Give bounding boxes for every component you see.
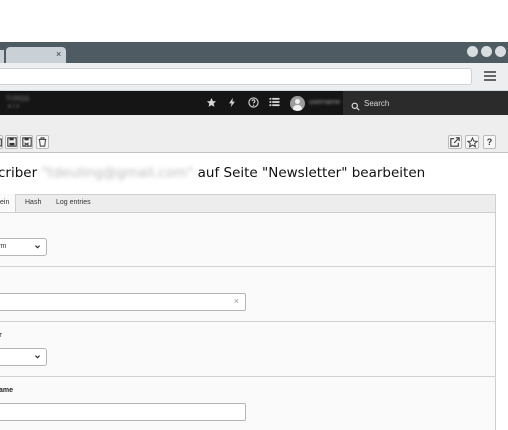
tab-hash[interactable]: Hash	[25, 199, 41, 206]
username[interactable]: username	[309, 99, 340, 106]
field3-select[interactable]	[0, 348, 47, 366]
open-new-window-button[interactable]	[448, 135, 462, 149]
window-close-button[interactable]	[495, 46, 506, 57]
search-icon[interactable]	[351, 98, 360, 111]
field1-select-value: ym	[0, 243, 7, 250]
bookmark-button[interactable]	[465, 135, 479, 149]
browser-menu-icon[interactable]	[484, 71, 496, 81]
field2-input[interactable]: ×	[0, 293, 246, 311]
address-bar[interactable]	[0, 68, 472, 85]
page-title-prefix: criber	[0, 165, 38, 181]
page-title: criber "tdeuling@gmail.com" auf Seite "N…	[0, 165, 425, 181]
site-name[interactable]: TYPO3	[6, 96, 29, 103]
save-button[interactable]	[5, 135, 18, 149]
list-icon[interactable]	[268, 97, 280, 109]
chevron-down-icon	[34, 239, 41, 261]
delete-button[interactable]	[36, 135, 49, 149]
docheader	[0, 115, 508, 153]
star-icon[interactable]	[205, 97, 217, 109]
page-title-suffix: auf Seite "Newsletter" bearbeiten	[193, 165, 426, 181]
chevron-down-icon	[34, 349, 41, 371]
tab-general[interactable]: ein	[0, 194, 16, 213]
tab-log-entries[interactable]: Log entries	[56, 199, 91, 206]
window-maximize-button[interactable]	[481, 46, 492, 57]
field4-input[interactable]	[0, 403, 246, 421]
clear-icon[interactable]: ×	[234, 296, 239, 306]
section-divider	[0, 321, 496, 322]
save-close-button[interactable]	[20, 135, 33, 149]
field4-label: ame	[0, 387, 14, 394]
tab-close-icon[interactable]: ×	[56, 49, 61, 59]
page-title-email: "tdeuling@gmail.com"	[41, 165, 194, 181]
section-divider	[0, 266, 496, 267]
window-minimize-button[interactable]	[467, 46, 478, 57]
avatar[interactable]	[290, 96, 305, 111]
search-label[interactable]: Search	[364, 99, 389, 108]
field1-select[interactable]: ym	[0, 238, 47, 256]
help-button[interactable]: ?	[483, 135, 496, 149]
site-version: 8.7.0	[8, 104, 20, 110]
browser-titlebar	[0, 42, 508, 63]
section-divider	[0, 376, 496, 377]
field3-label: r	[0, 332, 2, 339]
help-icon[interactable]	[247, 97, 259, 109]
flash-icon[interactable]	[226, 97, 238, 109]
close-button[interactable]	[0, 135, 3, 149]
browser-tab-previous[interactable]	[0, 50, 4, 63]
